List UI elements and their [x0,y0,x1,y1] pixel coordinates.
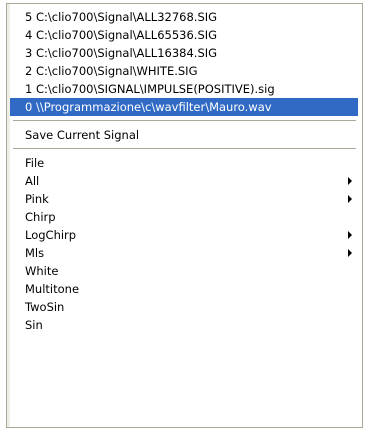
signal-context-menu: 5 C:\clio700\Signal\ALL32768.SIG 4 C:\cl… [6,3,363,428]
signal-type-sin[interactable]: Sin [10,316,358,334]
recent-signal-item-3[interactable]: 3 C:\clio700\Signal\ALL16384.SIG [10,44,358,62]
menu-item-label: Multitone [25,282,80,296]
menu-item-label: LogChirp [25,228,77,242]
recent-signal-item-1[interactable]: 1 C:\clio700\SIGNAL\IMPULSE(POSITIVE).si… [10,80,358,98]
menu-item-label: Pink [25,192,49,206]
menu-item-label: All [25,174,40,188]
menu-item-label: White [25,264,59,278]
signal-type-chirp[interactable]: Chirp [10,208,358,226]
signal-type-pink[interactable]: Pink [10,190,358,208]
signal-type-file[interactable]: File [10,154,358,172]
submenu-arrow-icon [348,249,352,257]
submenu-arrow-icon [348,177,352,185]
submenu-arrow-icon [348,195,352,203]
menu-item-label: Mls [25,246,45,260]
menu-item-label: Sin [25,318,43,332]
signal-type-white[interactable]: White [10,262,358,280]
recent-signal-item-4[interactable]: 4 C:\clio700\Signal\ALL65536.SIG [10,26,358,44]
recent-signal-item-0[interactable]: 0 \\Programmazione\c\wavfilter\Mauro.wav [10,98,358,116]
menu-item-label: File [25,156,45,170]
save-current-signal-item[interactable]: Save Current Signal [10,126,358,144]
signal-type-mls[interactable]: Mls [10,244,358,262]
signal-type-logchirp[interactable]: LogChirp [10,226,358,244]
menu-item-label: Chirp [25,210,56,224]
signal-type-twosin[interactable]: TwoSin [10,298,358,316]
menu-separator [13,148,356,149]
menu-separator [13,120,356,121]
menu-item-label: TwoSin [25,300,65,314]
recent-signal-item-2[interactable]: 2 C:\clio700\Signal\WHITE.SIG [10,62,358,80]
submenu-arrow-icon [348,231,352,239]
signal-type-multitone[interactable]: Multitone [10,280,358,298]
recent-signal-item-5[interactable]: 5 C:\clio700\Signal\ALL32768.SIG [10,8,358,26]
signal-type-all[interactable]: All [10,172,358,190]
